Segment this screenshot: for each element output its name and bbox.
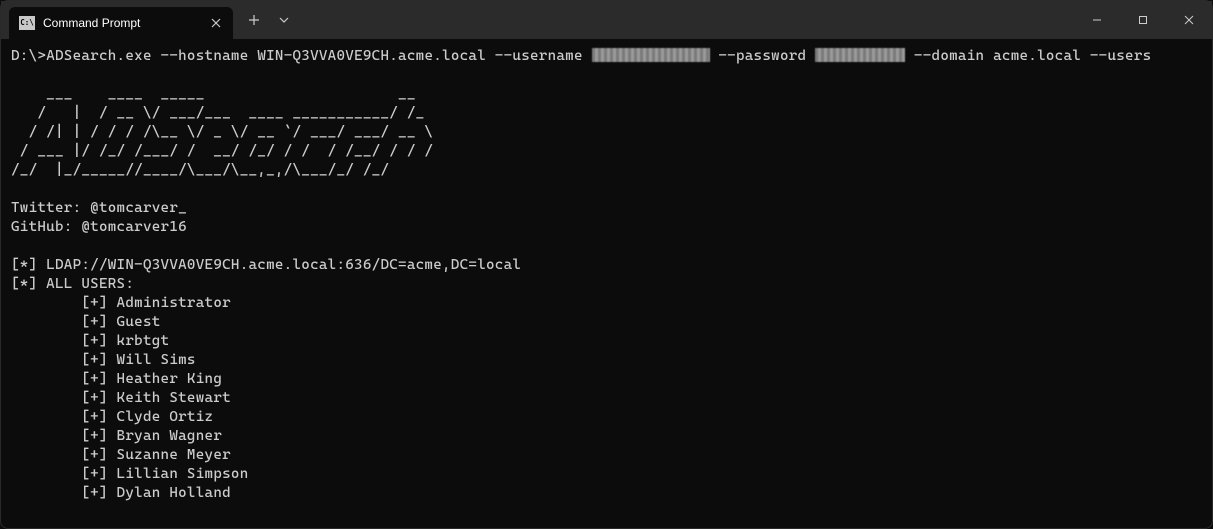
cmd-icon	[19, 16, 35, 30]
redacted-username	[592, 48, 710, 62]
minimize-button[interactable]	[1074, 1, 1120, 39]
cmd-domain-flag: --domain	[905, 48, 993, 64]
ldap-url: LDAP://WIN-Q3VVA0VE9CH.acme.local:636/DC…	[46, 257, 521, 273]
redacted-password	[815, 48, 905, 62]
cmd-domain: acme.local	[993, 48, 1081, 64]
close-tab-button[interactable]	[207, 14, 225, 32]
titlebar: Command Prompt	[1, 1, 1212, 39]
cmd-username-flag: --username	[486, 48, 592, 64]
maximize-button[interactable]	[1120, 1, 1166, 39]
users-list: [+] Administrator [+] Guest [+] krbtgt […	[11, 295, 249, 501]
new-tab-button[interactable]	[239, 5, 269, 35]
tab-area: Command Prompt	[1, 1, 299, 39]
window-controls	[1074, 1, 1212, 39]
cmd-users-flag: --users	[1081, 48, 1151, 64]
twitter-handle: @tomcarver_	[90, 200, 187, 216]
tab-content: Command Prompt	[19, 16, 140, 30]
users-header: [*] ALL USERS:	[11, 276, 134, 292]
cmd-hostname: WIN-Q3VVA0VE9CH.acme.local	[257, 48, 486, 64]
twitter-label: Twitter:	[11, 200, 90, 216]
github-label: GitHub:	[11, 219, 81, 235]
github-handle: @tomcarver16	[81, 219, 187, 235]
ascii-art: ___ ____ _____ __ / | / __ \/ ___/___ __…	[11, 86, 433, 178]
prompt: D:\>	[11, 48, 46, 64]
terminal-output[interactable]: D:\>ADSearch.exe --hostname WIN-Q3VVA0VE…	[1, 39, 1212, 511]
ldap-prefix: [*]	[11, 257, 46, 273]
tab-title: Command Prompt	[43, 16, 140, 30]
cmd-password-flag: --password	[710, 48, 816, 64]
tab-dropdown-button[interactable]	[269, 5, 299, 35]
close-window-button[interactable]	[1166, 1, 1212, 39]
tab-command-prompt[interactable]: Command Prompt	[9, 7, 233, 39]
cmd-hostname-flag: --hostname	[152, 48, 258, 64]
cmd-exe: ADSearch.exe	[46, 48, 152, 64]
